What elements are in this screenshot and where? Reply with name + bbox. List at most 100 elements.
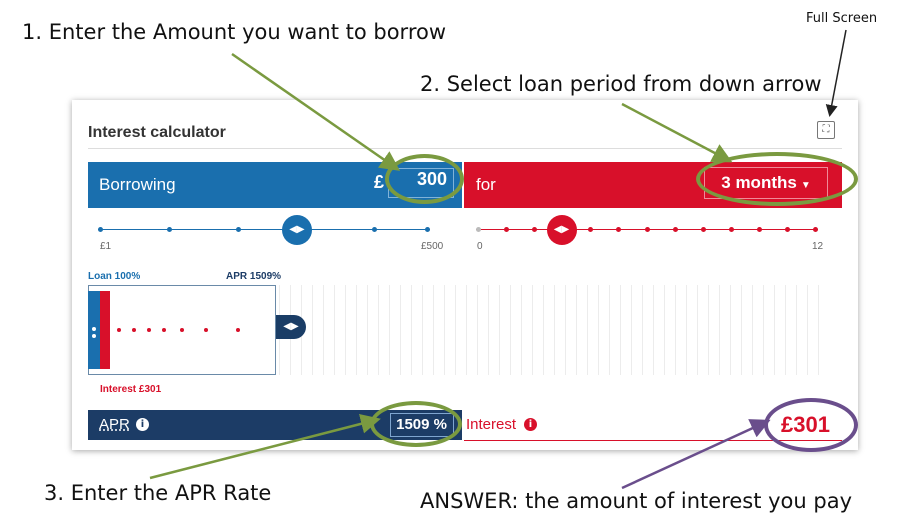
title-divider bbox=[88, 148, 842, 149]
highlight-apr bbox=[370, 401, 462, 447]
info-icon[interactable]: i bbox=[524, 418, 537, 431]
chart-grid-line bbox=[499, 285, 500, 375]
slider-dot bbox=[616, 227, 622, 232]
slider-dot bbox=[476, 227, 481, 232]
amount-slider-handle[interactable]: ◀▶ bbox=[281, 215, 312, 245]
slider-dot bbox=[588, 227, 594, 232]
interest-dot bbox=[204, 328, 208, 332]
chart-grid-line bbox=[510, 285, 511, 375]
chart-grid-line bbox=[444, 285, 445, 375]
chart-grid-line bbox=[598, 285, 599, 375]
repayment-chart: ◀▶ bbox=[88, 285, 828, 379]
chart-grid-line bbox=[466, 285, 467, 375]
chart-grid-line bbox=[785, 285, 786, 375]
interest-dot bbox=[236, 328, 240, 332]
chart-grid-line bbox=[609, 285, 610, 375]
period-slider[interactable]: ◀▶ bbox=[476, 215, 818, 245]
chart-grid-line bbox=[620, 285, 621, 375]
borrowing-label: Borrowing bbox=[99, 175, 176, 194]
slider-dot bbox=[372, 227, 377, 232]
interest-dot bbox=[117, 328, 121, 332]
chart-grid-line bbox=[730, 285, 731, 375]
chart-grid-line bbox=[774, 285, 775, 375]
chart-grid-line bbox=[642, 285, 643, 375]
slider-dot bbox=[98, 227, 103, 232]
interest-label: Interest bbox=[466, 416, 517, 433]
chart-grid-line bbox=[664, 285, 665, 375]
loan-bar-dot bbox=[92, 334, 96, 338]
chart-grid-line bbox=[576, 285, 577, 375]
period-max-label: 12 bbox=[812, 241, 824, 252]
interest-bar bbox=[100, 291, 110, 369]
slider-dot bbox=[236, 227, 241, 232]
highlight-interest bbox=[764, 398, 858, 452]
for-label: for bbox=[476, 175, 496, 194]
chart-drag-handle[interactable]: ◀▶ bbox=[276, 315, 306, 339]
interest-dot bbox=[162, 328, 166, 332]
chart-grid-line bbox=[367, 285, 368, 375]
fullscreen-icon[interactable]: ⛶ bbox=[817, 121, 835, 139]
amount-slider[interactable]: ◀▶ bbox=[98, 215, 430, 245]
slider-dot bbox=[813, 227, 818, 232]
slider-dot bbox=[532, 227, 538, 232]
slider-dot bbox=[425, 227, 430, 232]
interest-dot bbox=[132, 328, 136, 332]
chart-grid-line bbox=[389, 285, 390, 375]
period-slider-handle[interactable]: ◀▶ bbox=[546, 215, 577, 245]
amount-min-label: £1 bbox=[100, 241, 112, 252]
chart-grid-line bbox=[631, 285, 632, 375]
currency-symbol: £ bbox=[374, 172, 385, 192]
chart-grid-line bbox=[433, 285, 434, 375]
chart-grid-line bbox=[587, 285, 588, 375]
chart-grid-line bbox=[477, 285, 478, 375]
chart-grid-line bbox=[411, 285, 412, 375]
highlight-period bbox=[696, 152, 858, 206]
chart-grid-line bbox=[752, 285, 753, 375]
slider-dot bbox=[504, 227, 510, 232]
annotation-step-3: 3. Enter the APR Rate bbox=[44, 481, 272, 505]
chart-grid-line bbox=[312, 285, 313, 375]
period-min-label: 0 bbox=[477, 241, 483, 252]
chart-grid-line bbox=[400, 285, 401, 375]
loan-bar-dot bbox=[92, 327, 96, 331]
interest-amount-label: Interest £301 bbox=[100, 384, 162, 395]
annotation-answer: ANSWER: the amount of interest you pay bbox=[420, 489, 853, 513]
chart-grid-line bbox=[675, 285, 676, 375]
interest-dot bbox=[180, 328, 184, 332]
chart-grid-line bbox=[422, 285, 423, 375]
highlight-amount bbox=[385, 154, 464, 204]
chart-grid-line bbox=[565, 285, 566, 375]
info-icon[interactable]: i bbox=[136, 418, 149, 431]
chart-grid-line bbox=[653, 285, 654, 375]
chart-grid-line bbox=[521, 285, 522, 375]
chart-grid-line bbox=[345, 285, 346, 375]
calculator-title: Interest calculator bbox=[88, 124, 226, 141]
chart-grid-line bbox=[763, 285, 764, 375]
chart-grid-line bbox=[543, 285, 544, 375]
chart-grid-line bbox=[532, 285, 533, 375]
loan-percent-label: Loan 100% bbox=[88, 271, 141, 282]
annotation-step-1: 1. Enter the Amount you want to borrow bbox=[22, 20, 447, 44]
interest-calculator-card: Interest calculator ⛶ Borrowing £ 300 fo… bbox=[72, 100, 858, 450]
chart-grid-line bbox=[323, 285, 324, 375]
chart-grid-line bbox=[686, 285, 687, 375]
chart-grid-line bbox=[356, 285, 357, 375]
chart-grid-line bbox=[796, 285, 797, 375]
chart-grid-line bbox=[708, 285, 709, 375]
slider-dot bbox=[728, 227, 734, 232]
chart-grid-line bbox=[719, 285, 720, 375]
slider-dot bbox=[644, 227, 650, 232]
slider-dot bbox=[700, 227, 706, 232]
loan-bar bbox=[88, 291, 100, 369]
chart-grid-line bbox=[334, 285, 335, 375]
chart-grid-line bbox=[488, 285, 489, 375]
interest-dot bbox=[147, 328, 151, 332]
amount-max-label: £500 bbox=[421, 241, 444, 252]
amount-slider-track bbox=[98, 229, 430, 230]
chart-grid-line bbox=[818, 285, 819, 375]
slider-dot bbox=[167, 227, 172, 232]
slider-dot bbox=[756, 227, 762, 232]
chart-grid-line bbox=[807, 285, 808, 375]
apr-percent-label: APR 1509% bbox=[226, 271, 282, 282]
chart-grid-line bbox=[741, 285, 742, 375]
